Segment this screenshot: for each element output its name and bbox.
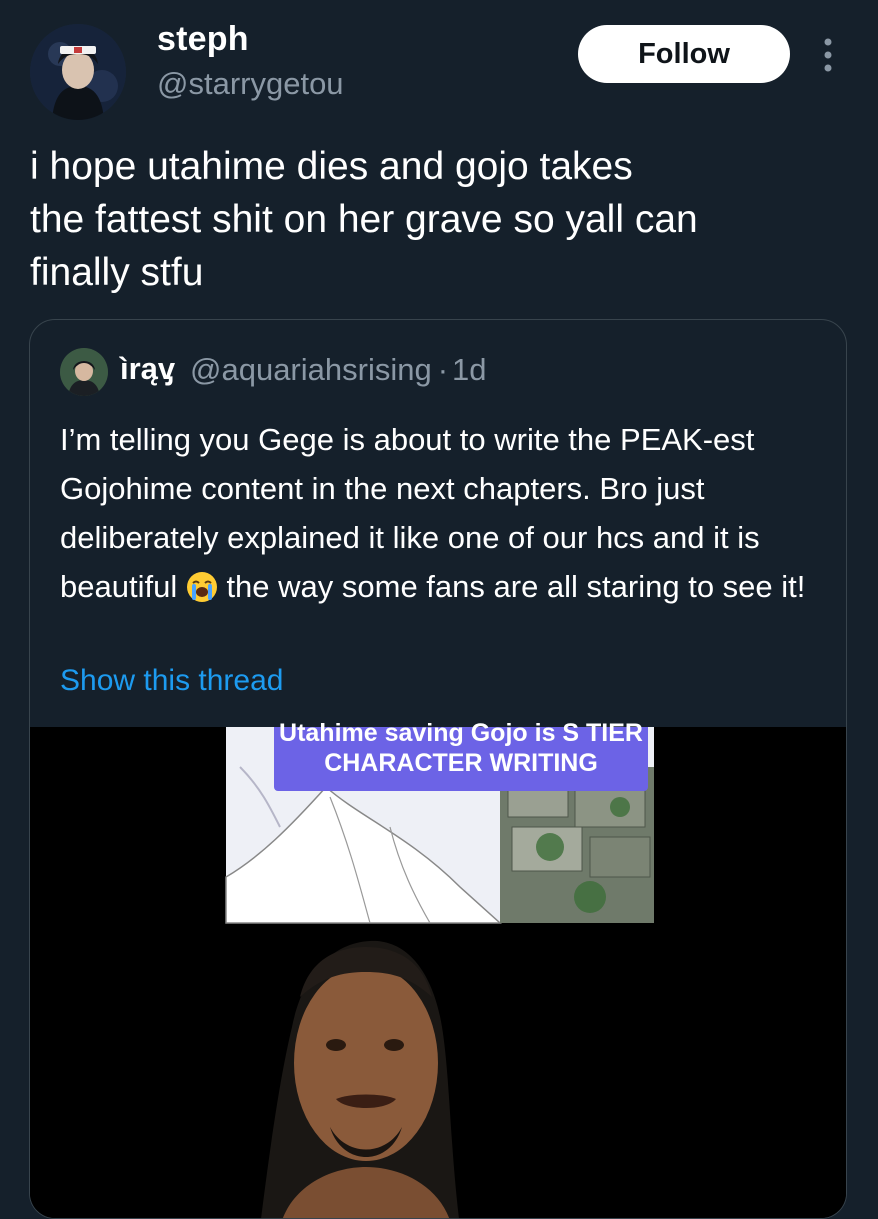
- meta-separator: ·: [437, 352, 449, 387]
- quoted-time[interactable]: 1d: [452, 352, 486, 387]
- more-options-icon[interactable]: [815, 37, 841, 73]
- loudly-crying-face-icon: [186, 568, 218, 602]
- quoted-text: I’m telling you Gege is about to write t…: [60, 415, 830, 611]
- quoted-text-part2: the way some fans are all staring to see…: [217, 569, 806, 604]
- quoted-media-video[interactable]: Utahime saving Gojo is S TIER CHARACTER …: [30, 719, 846, 1218]
- follow-button[interactable]: Follow: [578, 25, 790, 83]
- caption-line-2: CHARACTER WRITING: [324, 749, 598, 777]
- quoted-avatar[interactable]: [60, 348, 108, 396]
- tweet-text: i hope utahime dies and gojo takes the f…: [30, 145, 698, 294]
- video-frame-image: [30, 727, 846, 1218]
- avatar-image: [30, 24, 126, 120]
- quoted-handle[interactable]: @aquariahsrising: [190, 352, 432, 387]
- author-handle[interactable]: @starrygetou: [157, 66, 344, 102]
- caption-line-1: Utahime saving Gojo is S TIER: [279, 719, 643, 747]
- quoted-tweet-card[interactable]: ìrąᶌ @aquariahsrising · 1d I’m telling you…: [29, 319, 847, 1219]
- quoted-display-name[interactable]: ìrąᶌ: [120, 351, 175, 387]
- quoted-meta: @aquariahsrising · 1d: [190, 352, 487, 388]
- author-display-name[interactable]: steph: [157, 20, 249, 59]
- media-caption: Utahime saving Gojo is S TIER CHARACTER …: [274, 719, 648, 791]
- show-thread-link[interactable]: Show this thread: [60, 664, 283, 698]
- author-avatar[interactable]: [30, 24, 126, 120]
